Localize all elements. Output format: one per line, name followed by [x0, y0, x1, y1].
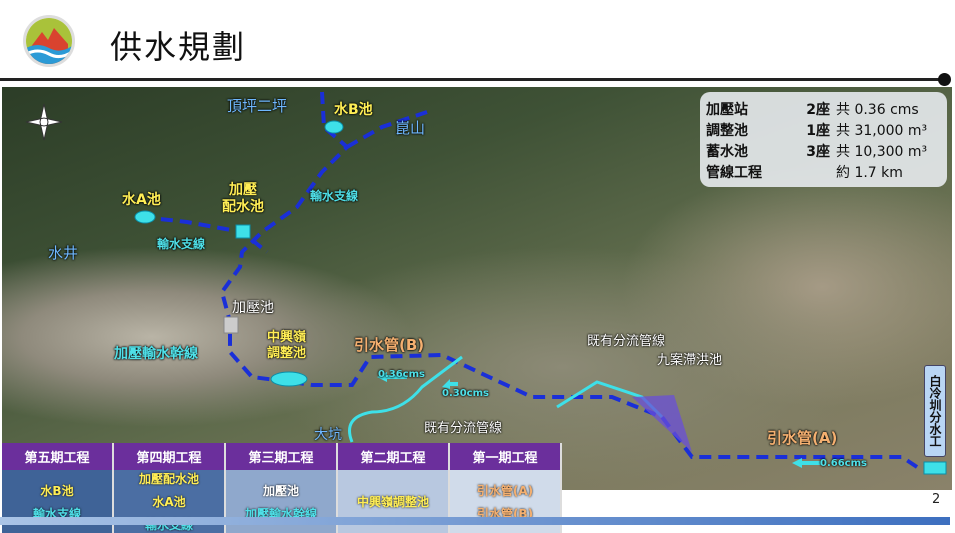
phase-item: 加壓配水池	[138, 472, 199, 486]
label-pipe-a: 引水管(A)	[767, 429, 838, 447]
flow-arrow-3	[792, 458, 822, 468]
pool-a-icon	[134, 210, 156, 224]
regulating-pool-icon	[270, 371, 308, 387]
label-regulating-pool: 中興嶺 調整池	[267, 330, 307, 361]
diversion-pool-icon	[923, 461, 947, 475]
label-pool-a: 水A池	[122, 192, 161, 208]
phase-item: 水B池	[40, 483, 74, 498]
summary-row: 蓄水池 3座共 10,300 m³	[706, 143, 928, 160]
summary-panel: 加壓站 2座共 0.36 cms 調整池 1座共 31,000 m³ 蓄水池 3座共 …	[700, 92, 947, 187]
page-title: 供水規劃	[110, 28, 247, 66]
logo	[23, 15, 75, 67]
label-pipe-b: 引水管(B)	[354, 336, 425, 354]
label-flow-036: 0.36cms	[378, 369, 425, 380]
label-existing-pipe-1: 既有分流管線	[587, 334, 666, 349]
header-divider-dot	[938, 73, 951, 86]
label-branch-line-1: 輸水支線	[310, 189, 359, 203]
page-number: 2	[932, 492, 941, 507]
label-kunshan: 崑山	[395, 119, 426, 137]
summary-row: 管線工程約 1.7 km	[706, 164, 903, 181]
booster-pool-icon	[223, 316, 239, 334]
phase-header: 第一期工程	[450, 443, 560, 470]
phase-item: 水A池	[152, 495, 186, 509]
label-dingping: 頂坪二坪	[227, 97, 288, 115]
phase-header: 第四期工程	[114, 443, 224, 470]
label-main-line: 加壓輸水幹線	[114, 346, 198, 362]
footer-bar	[0, 517, 950, 525]
phase-header: 第三期工程	[226, 443, 336, 470]
label-flow-066: 0.66cms	[820, 458, 867, 469]
pool-b-icon	[324, 120, 344, 134]
booster-distribution-pool-icon	[235, 224, 251, 239]
compass-icon	[25, 103, 63, 141]
phase-item: 引水管(A)	[476, 483, 534, 498]
phase-header: 第五期工程	[2, 443, 112, 470]
label-booster-pool: 加壓池	[232, 300, 274, 316]
label-pool-b: 水B池	[334, 102, 373, 118]
label-baileng-diversion: 白冷圳分水工	[924, 365, 946, 457]
summary-row: 加壓站 2座共 0.36 cms	[706, 101, 919, 118]
label-dakeng: 大坑	[314, 427, 342, 443]
header-divider	[0, 78, 945, 81]
phase-item: 中興嶺調整池	[356, 495, 429, 509]
phase-item: 加壓池	[262, 483, 299, 498]
label-existing-pipe-2: 既有分流管線	[424, 421, 503, 436]
phase-header: 第二期工程	[338, 443, 448, 470]
label-detention-pond: 九案滯洪池	[657, 353, 723, 368]
label-booster-distribution-pool: 加壓 配水池	[222, 182, 264, 215]
label-flow-030: 0.30cms	[442, 388, 489, 399]
detention-pond	[632, 395, 692, 452]
summary-row: 調整池 1座共 31,000 m³	[706, 122, 928, 139]
label-branch-line-2: 輸水支線	[157, 237, 206, 251]
label-well: 水井	[48, 244, 79, 262]
